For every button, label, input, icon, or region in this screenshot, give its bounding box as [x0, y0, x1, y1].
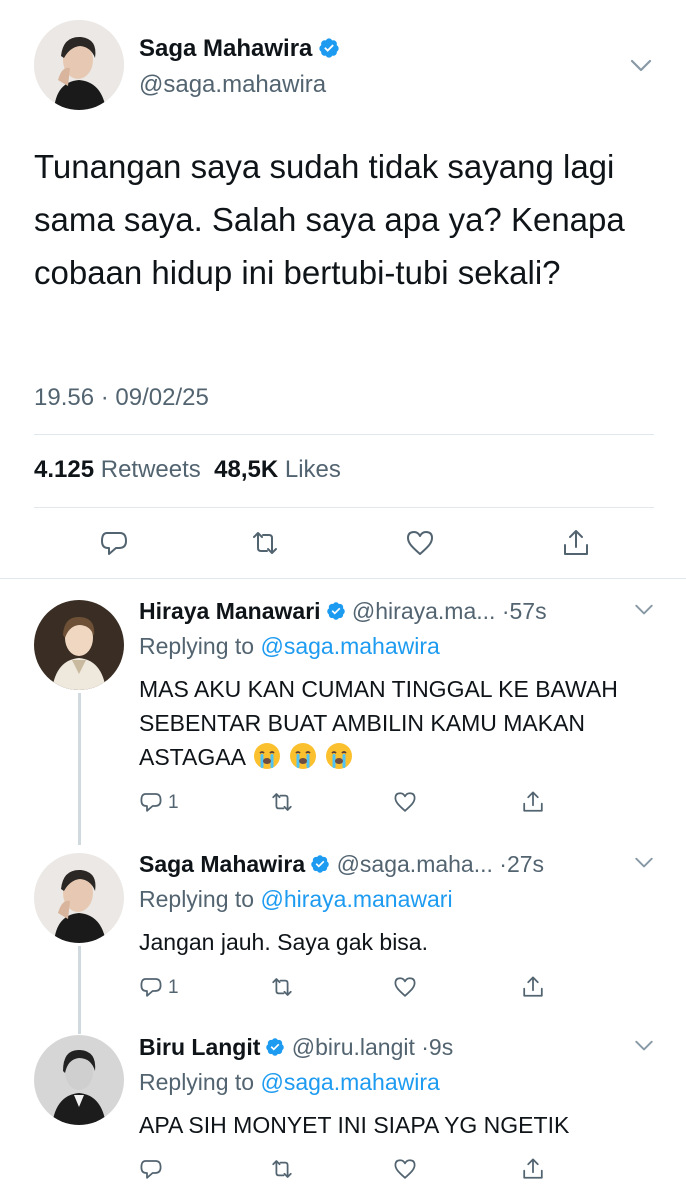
replying-to-label: Replying to — [139, 1069, 255, 1095]
chevron-down-icon[interactable] — [634, 857, 654, 869]
reply-author-avatar[interactable] — [34, 600, 124, 690]
loudly-crying-face-icon — [288, 741, 318, 771]
reply-time[interactable]: ·57s — [502, 598, 547, 624]
replying-to-label: Replying to — [139, 633, 255, 659]
main-author-handle[interactable]: @saga.mahawira — [139, 71, 326, 99]
reply-author-handle[interactable]: @saga.maha... — [337, 851, 493, 877]
replying-to-label: Replying to — [139, 886, 255, 912]
reply-header: Hiraya Manawari @hiraya.ma... ·57s — [139, 598, 547, 625]
retweet-label: Retweets — [100, 456, 201, 483]
divider — [0, 578, 686, 579]
divider — [34, 507, 654, 508]
engagement-stats: 4.125 Retweets 48,5K Likes — [34, 456, 341, 484]
reply-author-handle[interactable]: @biru.langit — [292, 1034, 415, 1060]
replying-to: Replying to @saga.mahawira — [139, 633, 440, 660]
divider — [34, 434, 654, 435]
loudly-crying-face-icon — [324, 741, 354, 771]
like-label: Likes — [284, 456, 341, 483]
reply-author-name[interactable]: Hiraya Manawari — [139, 598, 321, 624]
reply-count: 1 — [168, 792, 179, 813]
chevron-down-icon[interactable] — [630, 59, 652, 73]
like-icon[interactable] — [393, 1157, 417, 1181]
reply-count: 1 — [168, 977, 179, 998]
retweet-icon[interactable] — [270, 790, 294, 814]
share-icon[interactable] — [521, 790, 545, 814]
verified-badge-icon — [311, 855, 329, 873]
chevron-down-icon[interactable] — [634, 1040, 654, 1052]
reply-author-name[interactable]: Saga Mahawira — [139, 851, 305, 877]
reply-icon[interactable] — [139, 790, 163, 814]
like-count: 48,5K — [214, 456, 279, 483]
reply-text-content: MAS AKU KAN CUMAN TINGGAL KE BAWAH SEBEN… — [139, 676, 618, 770]
replying-to-link[interactable]: @saga.mahawira — [260, 1069, 439, 1095]
share-icon[interactable] — [521, 975, 545, 999]
reply-author-handle[interactable]: @hiraya.ma... — [352, 598, 496, 624]
like-icon[interactable] — [405, 528, 435, 558]
chevron-down-icon[interactable] — [634, 604, 654, 616]
main-author-name[interactable]: Saga Mahawira — [139, 35, 340, 63]
reply-time[interactable]: ·27s — [499, 851, 544, 877]
reply-author-name[interactable]: Biru Langit — [139, 1034, 260, 1060]
replying-to-link[interactable]: @saga.mahawira — [260, 633, 439, 659]
main-author-avatar[interactable] — [34, 20, 124, 110]
reply-text: APA SIH MONYET INI SIAPA YG NGETIK — [139, 1112, 570, 1138]
replying-to: Replying to @saga.mahawira — [139, 1069, 440, 1096]
reply-time[interactable]: ·9s — [421, 1034, 453, 1060]
retweet-icon[interactable] — [270, 975, 294, 999]
reply-icon[interactable] — [139, 975, 163, 999]
like-icon[interactable] — [393, 975, 417, 999]
retweet-icon[interactable] — [270, 1157, 294, 1181]
reply-text: MAS AKU KAN CUMAN TINGGAL KE BAWAH SEBEN… — [139, 672, 649, 774]
reply-icon[interactable] — [99, 528, 129, 558]
replying-to: Replying to @hiraya.manawari — [139, 886, 453, 913]
reply-header: Biru Langit @biru.langit ·9s — [139, 1034, 453, 1061]
reply-author-avatar[interactable] — [34, 853, 124, 943]
reply-header: Saga Mahawira @saga.maha... ·27s — [139, 851, 544, 878]
loudly-crying-face-icon — [252, 741, 282, 771]
retweet-count: 4.125 — [34, 456, 95, 483]
replying-to-link[interactable]: @hiraya.manawari — [260, 886, 452, 912]
share-icon[interactable] — [521, 1157, 545, 1181]
likes-stat[interactable]: 48,5K Likes — [214, 456, 341, 483]
main-tweet-text: Tunangan saya sudah tidak sayang lagi sa… — [34, 148, 625, 291]
main-tweet-timestamp[interactable]: 19.56 · 09/02/25 — [34, 384, 209, 412]
thread-line — [78, 946, 81, 1034]
retweets-stat[interactable]: 4.125 Retweets — [34, 456, 201, 483]
share-icon[interactable] — [561, 528, 591, 558]
main-author-name-text: Saga Mahawira — [139, 35, 313, 62]
verified-badge-icon — [266, 1038, 285, 1056]
thread-line — [78, 693, 81, 845]
reply-text: Jangan jauh. Saya gak bisa. — [139, 929, 428, 955]
like-icon[interactable] — [393, 790, 417, 814]
verified-badge-icon — [326, 602, 345, 620]
retweet-icon[interactable] — [250, 528, 280, 558]
reply-author-avatar[interactable] — [34, 1035, 124, 1125]
reply-icon[interactable] — [139, 1157, 163, 1181]
verified-badge-icon — [319, 38, 340, 58]
